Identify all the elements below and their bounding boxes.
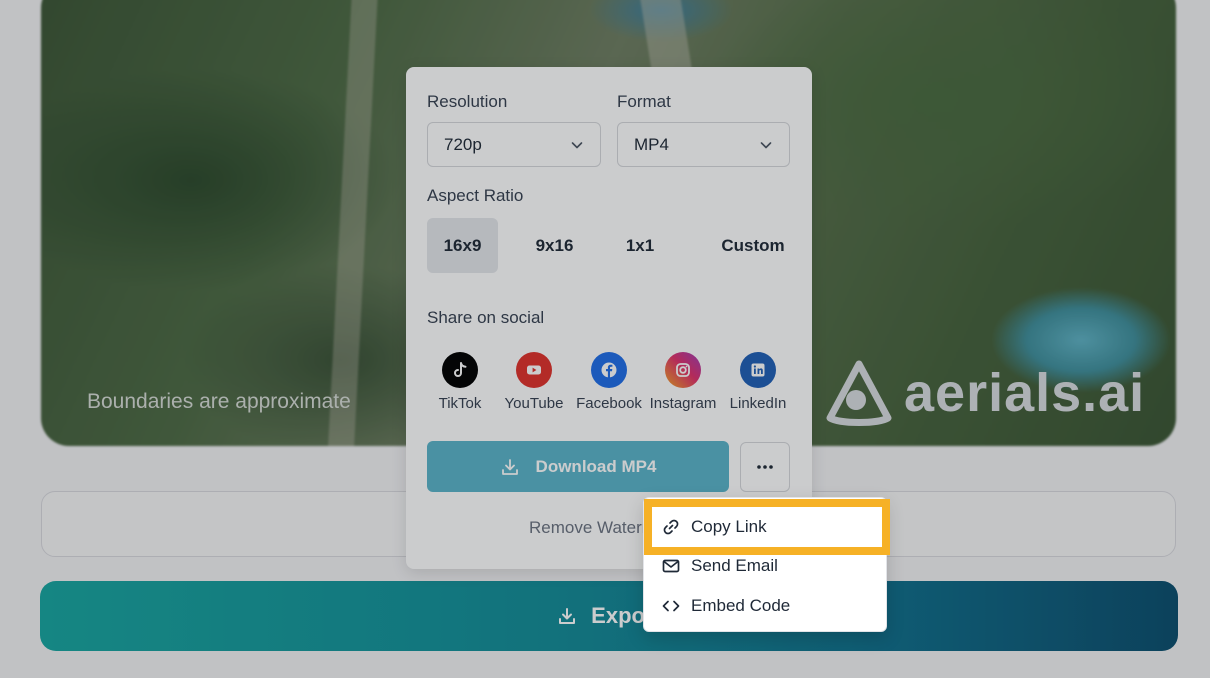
- mail-icon: [662, 559, 680, 573]
- menu-item-label: Copy Link: [691, 517, 767, 536]
- menu-item-send-email[interactable]: Send Email: [644, 546, 888, 586]
- menu-item-embed-code[interactable]: Embed Code: [644, 586, 888, 626]
- modal-backdrop: [0, 0, 1210, 678]
- menu-item-copy-link[interactable]: Copy Link: [644, 499, 890, 555]
- menu-item-label: Embed Code: [691, 596, 791, 615]
- share-options-menu: Copy Link Send Email Embed Code: [643, 497, 890, 632]
- code-icon: [662, 600, 680, 612]
- menu-item-label: Send Email: [691, 556, 778, 575]
- link-icon: [663, 519, 679, 535]
